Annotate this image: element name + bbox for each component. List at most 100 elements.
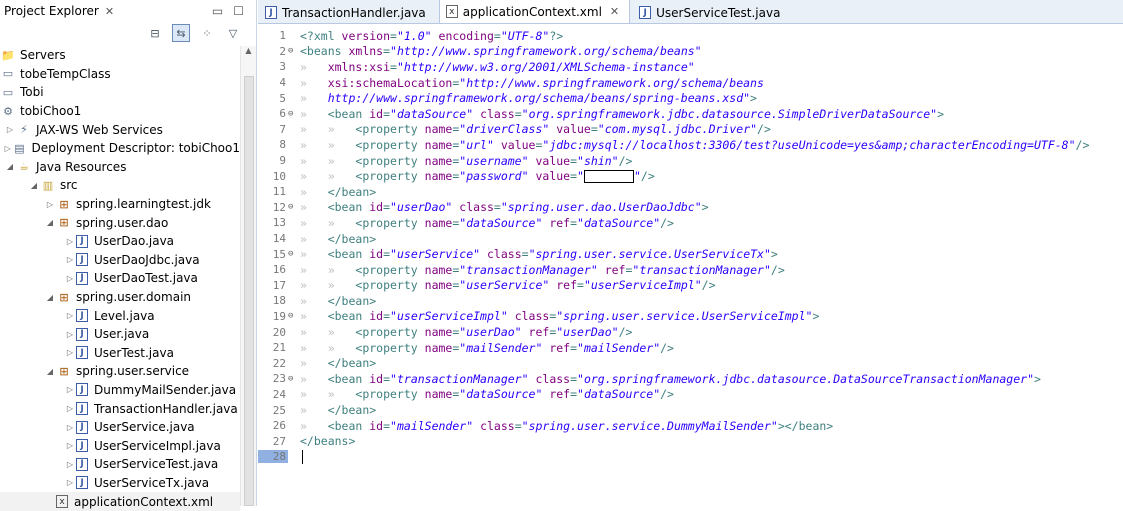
tree-item[interactable]: ◢ ▥ src — [0, 176, 240, 195]
tree-item[interactable]: ▷ ⊞ spring.learningtest.jdk — [0, 195, 240, 214]
tree-item[interactable]: ◢ ⊞ spring.user.dao — [0, 213, 240, 232]
code-line[interactable]: 10» » <property name="password" value=" "… — [258, 168, 1123, 184]
editor-tab[interactable]: J UserServiceTest.java — [632, 1, 791, 23]
collapse-all-icon[interactable]: ⊟ — [146, 24, 164, 42]
maximize-icon[interactable]: ☐ — [233, 4, 244, 18]
code-line[interactable]: 12 ⊖» <bean id="userDao" class="spring.us… — [258, 200, 1123, 216]
code-line[interactable]: 18 » </bean> — [258, 293, 1123, 309]
close-icon[interactable]: ✕ — [105, 5, 114, 18]
code-line[interactable]: 22 » </bean> — [258, 355, 1123, 371]
expanded-arrow-icon[interactable]: ◢ — [44, 367, 56, 376]
expanded-arrow-icon[interactable]: ◢ — [44, 218, 56, 227]
code-line[interactable]: 21» » <property name="mailSender" ref="m… — [258, 340, 1123, 356]
code-area[interactable]: 1 <?xml version="1.0" encoding="UTF-8"?> 2… — [258, 24, 1123, 506]
tree-item[interactable]: ▷ J UserDaoTest.java — [0, 269, 240, 288]
fold-toggle-icon[interactable]: ⊖ — [288, 311, 298, 321]
collapsed-arrow-icon[interactable]: ▷ — [64, 274, 76, 283]
tree-item[interactable]: ▷ J UserServiceTest.java — [0, 455, 240, 474]
code-line[interactable]: 11 » </bean> — [258, 184, 1123, 200]
expanded-arrow-icon[interactable]: ◢ — [44, 293, 56, 302]
collapsed-arrow-icon[interactable]: ▷ — [64, 311, 76, 320]
package-icon: ⊞ — [59, 290, 69, 304]
code-line[interactable]: 5 » http://www.springframework.org/schema… — [258, 90, 1123, 106]
close-tab-icon[interactable]: ✕ — [610, 5, 619, 18]
tree-item[interactable]: 📁 Servers — [0, 46, 240, 65]
code-line[interactable]: 28 — [258, 449, 1123, 465]
tree-item[interactable]: ◢ ⊞ spring.user.service — [0, 362, 240, 381]
tree-item[interactable]: ▷ J TransactionHandler.java — [0, 399, 240, 418]
fold-toggle-icon[interactable]: ⊖ — [288, 374, 298, 384]
collapsed-arrow-icon[interactable]: ▷ — [64, 423, 76, 432]
tree-item[interactable]: ▷ J UserServiceImpl.java — [0, 436, 240, 455]
code-line[interactable]: 23 ⊖» <bean id="transactionManager" class… — [258, 371, 1123, 387]
code-line[interactable]: 15 ⊖» <bean id="userService" class="sprin… — [258, 246, 1123, 262]
code-line[interactable]: 16 » » <property name="transactionManager… — [258, 262, 1123, 278]
xml-tag: <property — [355, 215, 425, 230]
collapsed-arrow-icon[interactable]: ▷ — [64, 404, 76, 413]
expanded-arrow-icon[interactable]: ◢ — [28, 181, 40, 190]
fold-toggle-icon[interactable]: ⊖ — [288, 202, 298, 212]
collapsed-arrow-icon[interactable]: ▷ — [64, 348, 76, 357]
code-line[interactable]: 2 ⊖ <beans xmlns="http://www.springframewo… — [258, 44, 1123, 60]
tree-item[interactable]: ▷ J Level.java — [0, 306, 240, 325]
tree-item[interactable]: ▷ J UserDaoJdbc.java — [0, 251, 240, 270]
tree-item[interactable]: ▷ J User.java — [0, 325, 240, 344]
collapsed-arrow-icon[interactable]: ▷ — [64, 460, 76, 469]
tree-item[interactable]: ▷ J UserTest.java — [0, 344, 240, 363]
xml-value: "mailSender" — [459, 340, 543, 355]
code-line[interactable]: 1 <?xml version="1.0" encoding="UTF-8"?> — [258, 28, 1123, 44]
editor-tab[interactable]: J TransactionHandler.java — [258, 1, 437, 23]
view-menu-icon[interactable]: ▽ — [224, 24, 242, 42]
tree-item[interactable]: ⚙ tobiChoo1 — [0, 102, 240, 121]
expanded-arrow-icon[interactable]: ◢ — [4, 162, 16, 171]
code-line[interactable]: 19 ⊖» <bean id="userServiceImpl" class="s… — [258, 309, 1123, 325]
project-explorer-title[interactable]: Project Explorer — [4, 4, 99, 18]
tree-item[interactable]: ▷ J UserDao.java — [0, 232, 240, 251]
code-line[interactable]: 4 » xsi:schemaLocation="http://www.spring… — [258, 75, 1123, 91]
editor-tab[interactable]: x applicationContext.xml ✕ — [438, 0, 631, 23]
tree-item[interactable]: ▭ Tobi — [0, 83, 240, 102]
code-line[interactable]: 7» » <property name="driverClass" value=… — [258, 122, 1123, 138]
code-line[interactable]: 25 » </bean> — [258, 402, 1123, 418]
scroll-up-icon[interactable]: ▲ — [241, 46, 256, 60]
line-number: 20 — [272, 325, 286, 339]
code-line[interactable]: 14 » </bean> — [258, 231, 1123, 247]
code-line[interactable]: 26» <bean id="mailSender" class="spring.… — [258, 418, 1123, 434]
collapsed-arrow-icon[interactable]: ▷ — [4, 144, 12, 153]
scrollbar-thumb[interactable] — [244, 76, 254, 506]
view-menu-dots-icon[interactable]: ⁘ — [198, 24, 216, 42]
tree-item[interactable]: x applicationContext.xml — [0, 492, 240, 511]
tree-item[interactable]: ▷ J DummyMailSender.java — [0, 381, 240, 400]
code-line[interactable]: 8 » » <property name="url" value="jdbc:my… — [258, 137, 1123, 153]
tree-item[interactable]: ▷ ▤ Deployment Descriptor: tobiChoo1 — [0, 139, 240, 158]
collapsed-arrow-icon[interactable]: ▷ — [64, 441, 76, 450]
collapsed-arrow-icon[interactable]: ▷ — [64, 237, 76, 246]
collapsed-arrow-icon[interactable]: ▷ — [44, 200, 56, 209]
xml-tag: = — [383, 106, 391, 121]
tree-item[interactable]: ▭ tobeTempClass — [0, 65, 240, 84]
tree-item[interactable]: ◢ ☕ Java Resources — [0, 158, 240, 177]
collapsed-arrow-icon[interactable]: ▷ — [4, 125, 16, 134]
explorer-scrollbar[interactable]: ▲ — [240, 46, 256, 506]
tree-item[interactable]: ◢ ⊞ spring.user.domain — [0, 288, 240, 307]
collapsed-arrow-icon[interactable]: ▷ — [64, 255, 76, 264]
fold-toggle-icon[interactable]: ⊖ — [288, 109, 298, 119]
minimize-icon[interactable]: ▭ — [212, 4, 223, 18]
tree-item[interactable]: ▷ J UserService.java — [0, 418, 240, 437]
tree-item[interactable]: ▷ J UserServiceTx.java — [0, 474, 240, 493]
code-line[interactable]: 3 » xmlns:xsi="http://www.w3.org/2001/XML… — [258, 59, 1123, 75]
fold-toggle-icon[interactable]: ⊖ — [288, 249, 298, 259]
collapsed-arrow-icon[interactable]: ▷ — [64, 330, 76, 339]
code-line[interactable]: 27 </beans> — [258, 433, 1123, 449]
code-line[interactable]: 6 ⊖» <bean id="dataSource" class="org.spr… — [258, 106, 1123, 122]
code-line[interactable]: 17» » <property name="userService" ref="… — [258, 278, 1123, 294]
code-line[interactable]: 24» » <property name="dataSource" ref="d… — [258, 387, 1123, 403]
collapsed-arrow-icon[interactable]: ▷ — [64, 478, 76, 487]
fold-toggle-icon[interactable]: ⊖ — [288, 46, 298, 56]
code-line[interactable]: 20 » » <property name="userDao" ref="user… — [258, 324, 1123, 340]
tree-item[interactable]: ▷ ⚡ JAX-WS Web Services — [0, 120, 240, 139]
code-line[interactable]: 9» » <property name="username" value="sh… — [258, 153, 1123, 169]
link-with-editor-icon[interactable]: ⇆ — [172, 24, 190, 42]
collapsed-arrow-icon[interactable]: ▷ — [64, 385, 76, 394]
code-line[interactable]: 13» » <property name="dataSource" ref="d… — [258, 215, 1123, 231]
